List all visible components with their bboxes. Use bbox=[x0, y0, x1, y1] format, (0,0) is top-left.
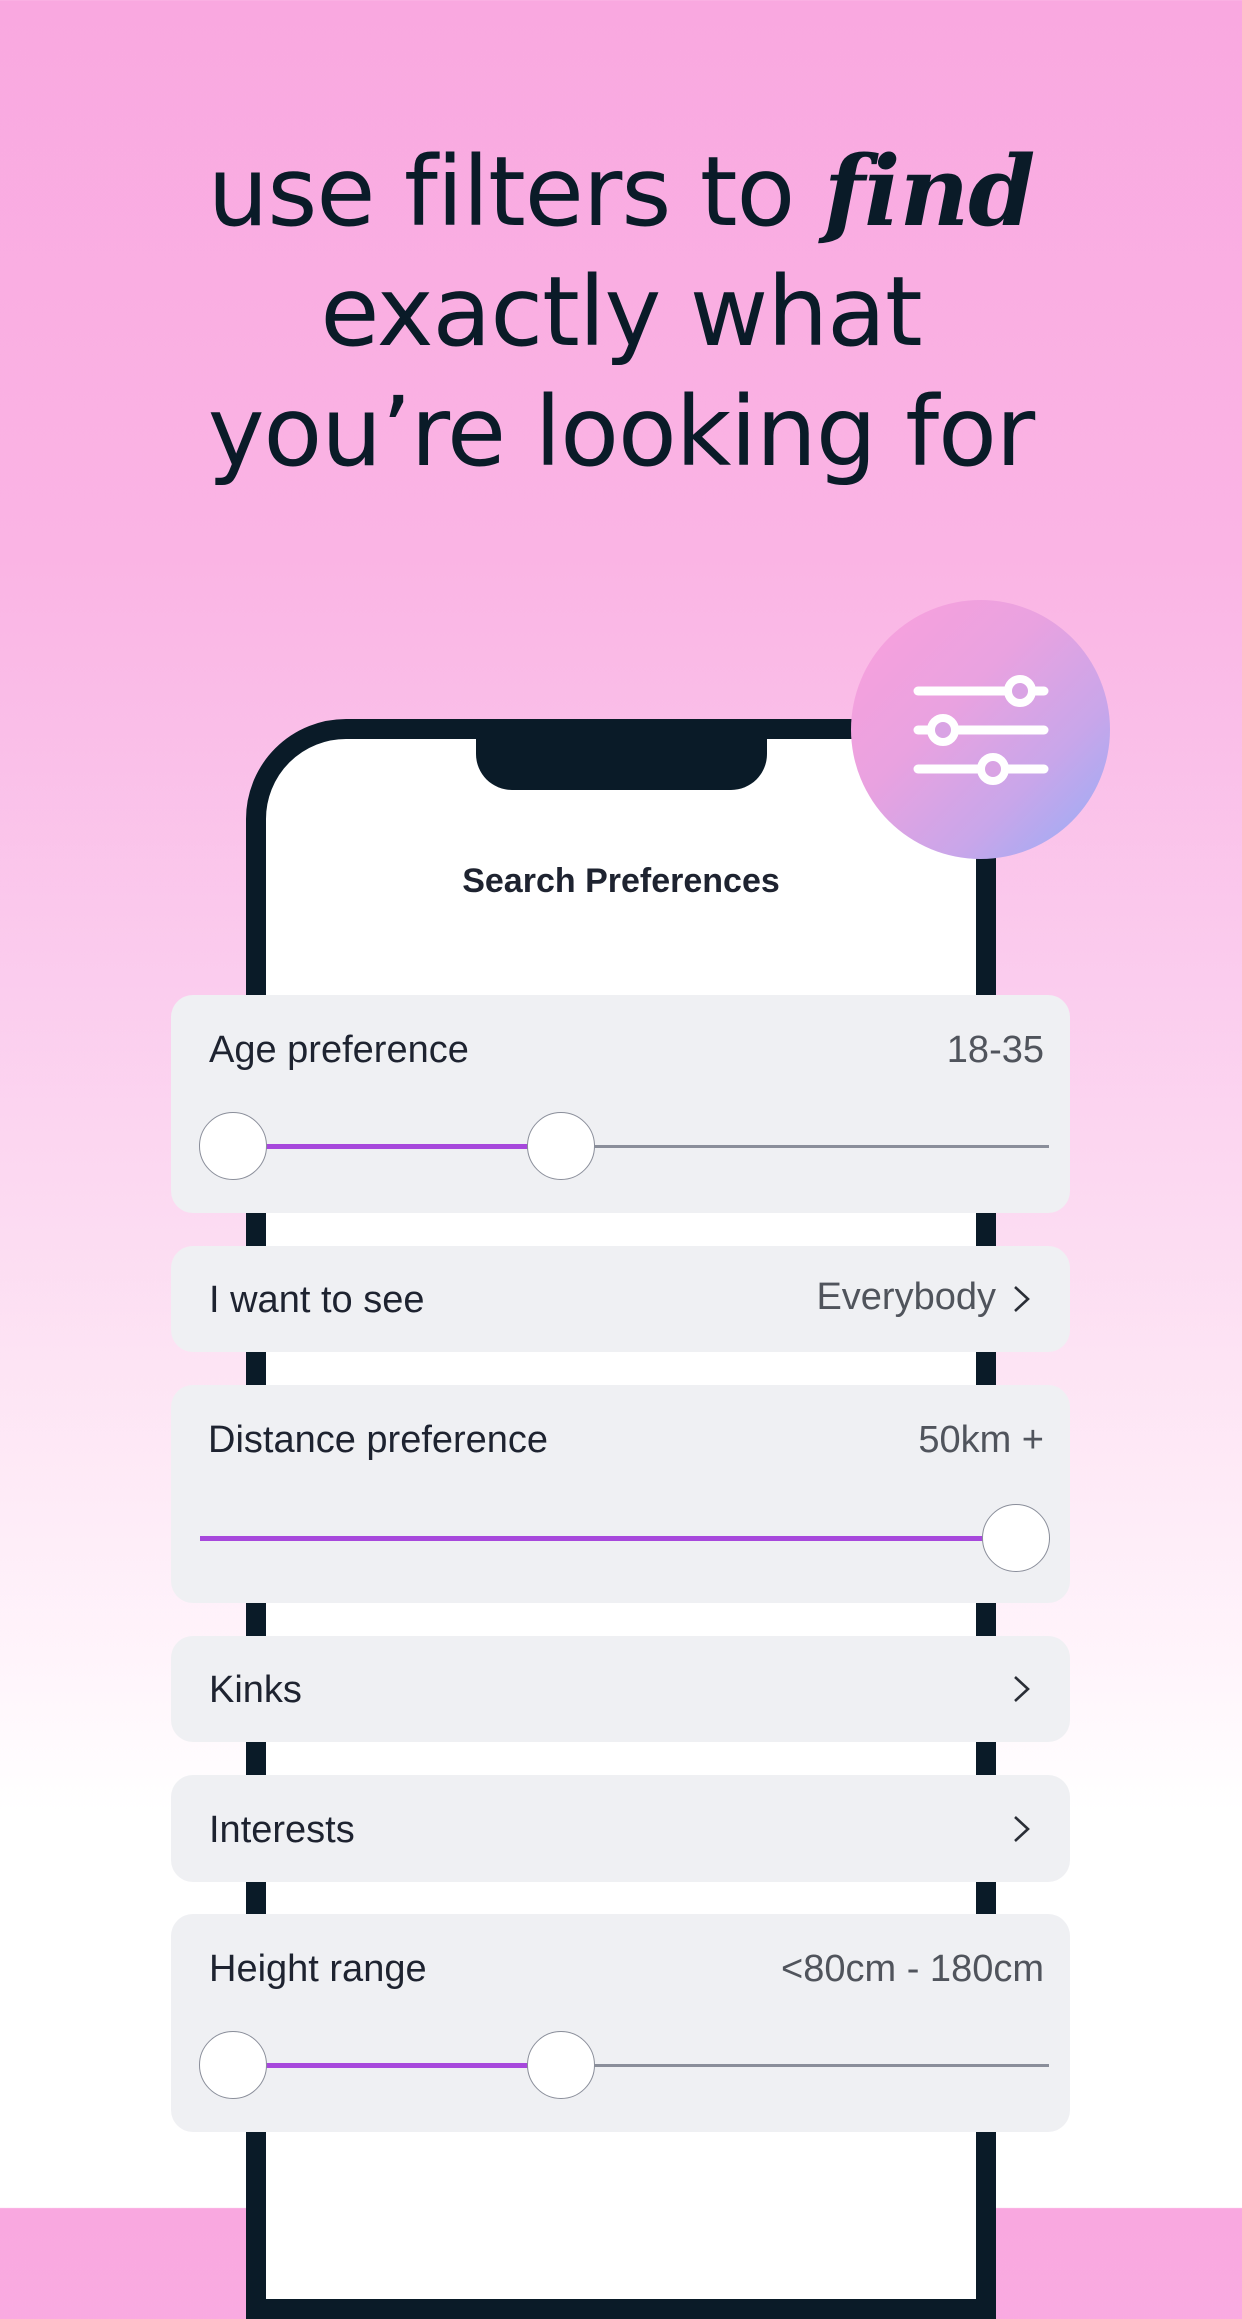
age-range-slider[interactable] bbox=[199, 1111, 1049, 1181]
headline-line-1: use filters to find bbox=[207, 135, 1036, 248]
sliders-icon bbox=[913, 675, 1049, 785]
slider-thumb[interactable] bbox=[982, 1504, 1050, 1572]
filters-badge bbox=[851, 600, 1110, 859]
age-preference-card: Age preference 18-35 bbox=[171, 995, 1070, 1213]
height-range-slider[interactable] bbox=[199, 2030, 1049, 2100]
interests-label: Interests bbox=[209, 1809, 355, 1851]
height-range-value: <80cm - 180cm bbox=[781, 1948, 1044, 1990]
kinks-row[interactable]: Kinks bbox=[171, 1636, 1070, 1742]
chevron-right-icon bbox=[1014, 1676, 1030, 1702]
headline-emphasis: find bbox=[823, 135, 1036, 248]
distance-preference-label: Distance preference bbox=[208, 1419, 549, 1461]
chevron-right-icon bbox=[1014, 1286, 1030, 1312]
slider-thumb-min[interactable] bbox=[199, 2031, 267, 2099]
age-preference-value: 18-35 bbox=[946, 1029, 1044, 1071]
slider-fill bbox=[233, 1144, 562, 1149]
height-range-label: Height range bbox=[209, 1948, 427, 1990]
slider-thumb-max[interactable] bbox=[527, 2031, 596, 2099]
kinks-label: Kinks bbox=[209, 1669, 302, 1711]
distance-slider[interactable] bbox=[200, 1503, 1050, 1573]
i-want-to-see-value: Everybody bbox=[816, 1276, 996, 1318]
i-want-to-see-label: I want to see bbox=[209, 1279, 425, 1321]
chevron-right-icon bbox=[1014, 1816, 1030, 1842]
age-preference-label: Age preference bbox=[209, 1029, 469, 1071]
headline-line-3: you’re looking for bbox=[207, 376, 1036, 488]
slider-fill bbox=[200, 1536, 1016, 1541]
interests-row[interactable]: Interests bbox=[171, 1775, 1070, 1882]
headline: use filters to find exactly what you’re … bbox=[0, 132, 1242, 492]
slider-fill bbox=[233, 2063, 562, 2068]
height-range-card: Height range <80cm - 180cm bbox=[171, 1914, 1070, 2132]
slider-thumb-max[interactable] bbox=[527, 1112, 596, 1180]
i-want-to-see-row[interactable]: I want to see Everybody bbox=[171, 1246, 1070, 1352]
phone-notch bbox=[476, 738, 767, 790]
headline-line-2: exactly what bbox=[320, 256, 922, 368]
distance-preference-card: Distance preference 50km + bbox=[171, 1385, 1070, 1603]
screen-title: Search Preferences bbox=[462, 862, 780, 900]
distance-preference-value: 50km + bbox=[918, 1419, 1044, 1461]
slider-thumb-min[interactable] bbox=[199, 1112, 267, 1180]
